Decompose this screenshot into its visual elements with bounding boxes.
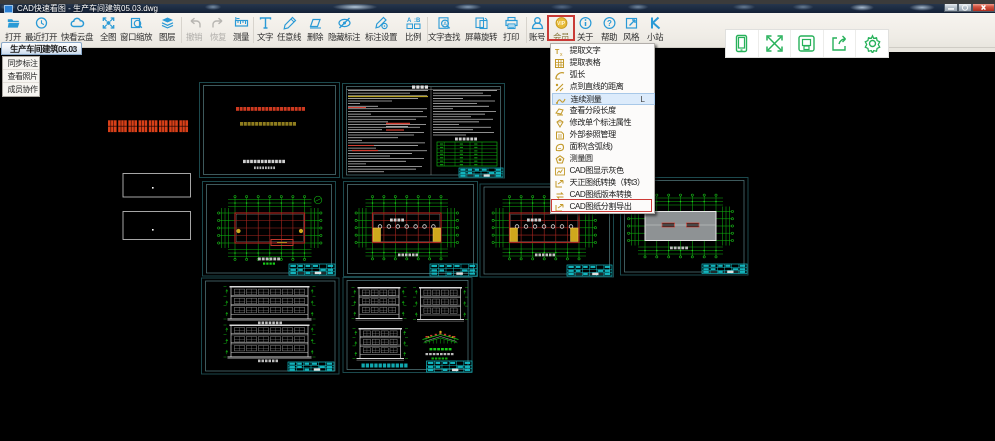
svg-text:A: A <box>443 21 447 27</box>
svg-text:x: x <box>560 52 563 56</box>
svg-text::B: :B <box>414 18 421 24</box>
svg-text:A: A <box>407 18 412 24</box>
svg-text:?: ? <box>607 19 612 28</box>
